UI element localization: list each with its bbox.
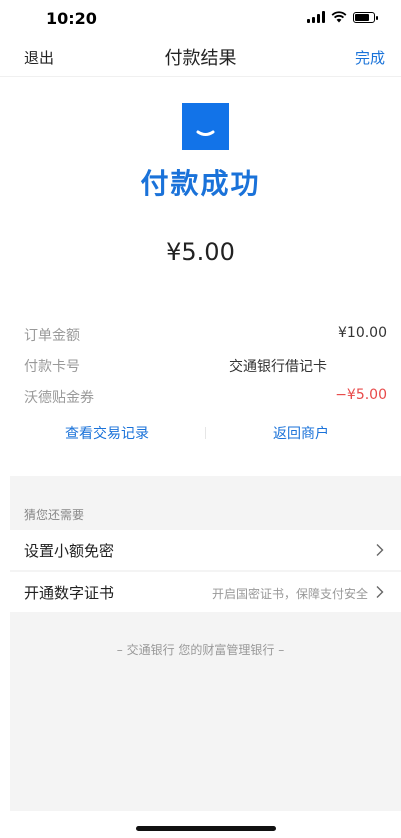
divider <box>205 427 206 439</box>
battery-icon <box>353 11 378 23</box>
chevron-right-icon <box>376 544 384 556</box>
done-button[interactable]: 完成 <box>355 47 385 68</box>
detail-row-card: 付款卡号 交通银行借记卡 <box>24 356 387 380</box>
detail-label: 订单金额 <box>24 328 80 344</box>
payment-amount: ¥5.00 <box>166 238 235 266</box>
signal-icon <box>307 11 325 23</box>
menu-item-digital-certificate[interactable]: 开通数字证书 开启国密证书，保障支付安全 <box>10 572 401 612</box>
status-icons <box>307 11 378 23</box>
detail-value: ¥10.00 <box>338 325 387 341</box>
wifi-icon <box>331 11 347 23</box>
menu-item-hint: 开启国密证书，保障支付安全 <box>211 587 368 601</box>
detail-label: 付款卡号 <box>24 359 80 375</box>
detail-value: 交通银行借记卡 <box>229 359 327 375</box>
detail-row-coupon: 沃德贴金券 −¥5.00 <box>24 387 387 411</box>
result-title: 付款成功 <box>140 167 261 200</box>
action-links: 查看交易记录 返回商户 <box>0 423 401 445</box>
nav-bar: 退出 付款结果 完成 <box>0 38 401 77</box>
detail-label: 沃德贴金券 <box>24 390 94 406</box>
status-time: 10:20 <box>46 9 97 28</box>
home-indicator[interactable] <box>136 826 276 831</box>
detail-row-order-amount: 订单金额 ¥10.00 <box>24 325 387 349</box>
chevron-right-icon <box>376 586 384 598</box>
section-title: 猜您还需要 <box>24 508 85 522</box>
menu-item-label: 开通数字证书 <box>24 584 115 602</box>
menu-item-label: 设置小额免密 <box>24 542 115 560</box>
detail-value: −¥5.00 <box>335 387 387 403</box>
status-bar: 10:20 <box>0 0 401 38</box>
page-title: 付款结果 <box>164 48 237 69</box>
battery-level <box>355 13 370 21</box>
return-merchant-link[interactable]: 返回商户 <box>273 423 329 443</box>
footer-slogan: – 交通银行 您的财富管理银行 – <box>116 643 285 657</box>
smile-logo-icon <box>182 103 229 150</box>
menu-item-small-amount[interactable]: 设置小额免密 <box>10 530 401 570</box>
view-records-link[interactable]: 查看交易记录 <box>65 423 149 443</box>
